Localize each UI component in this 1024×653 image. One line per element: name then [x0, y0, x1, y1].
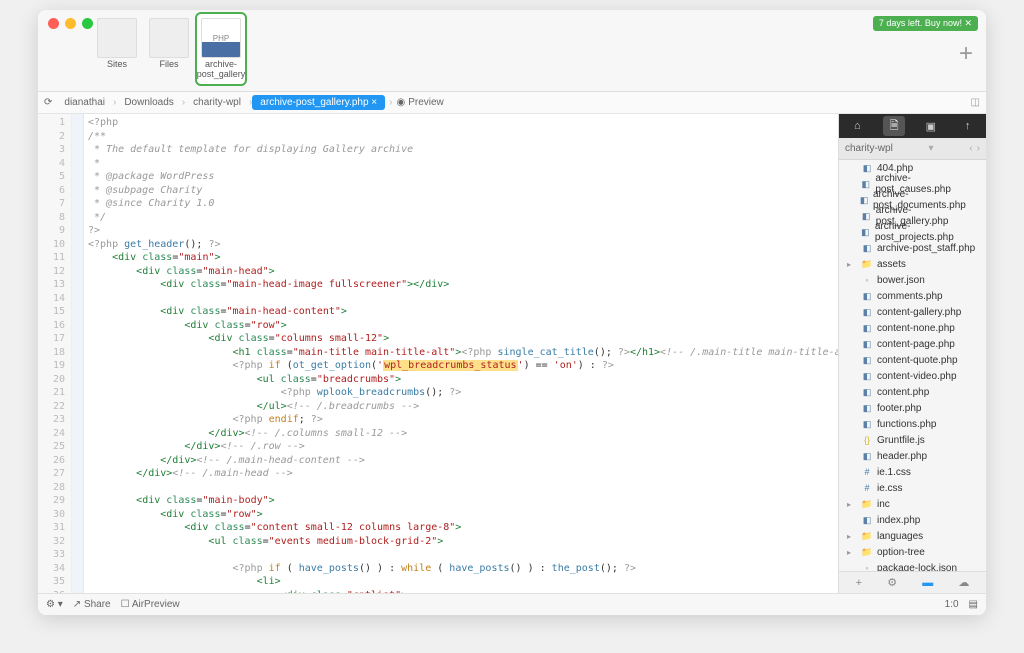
nav-back-icon[interactable]: ‹: [969, 143, 972, 154]
php-icon: ◧: [861, 402, 873, 414]
php-icon: ◧: [861, 354, 873, 366]
airpreview-button[interactable]: ☐ AirPreview: [121, 599, 180, 610]
code-area[interactable]: <?php/** * The default template for disp…: [84, 114, 838, 593]
css-icon: #: [861, 466, 873, 478]
file-item[interactable]: ◧index.php: [839, 512, 986, 528]
code-editor[interactable]: 1234567891011121314151617181920212223242…: [38, 114, 838, 593]
breadcrumb-item[interactable]: dianathai: [56, 95, 113, 110]
file-item[interactable]: ◧content-gallery.php: [839, 304, 986, 320]
fold-column: [72, 114, 84, 593]
app-window: SitesFilesPHParchive-post_gallery 7 days…: [38, 10, 986, 615]
php-icon: ◧: [861, 290, 873, 302]
file-item[interactable]: ▸📁option-tree: [839, 544, 986, 560]
css-icon: #: [861, 482, 873, 494]
add-tab-button[interactable]: +: [952, 40, 980, 68]
titlebar: SitesFilesPHParchive-post_gallery 7 days…: [38, 10, 986, 92]
json-icon: ◦: [861, 274, 873, 286]
php-icon: ◧: [861, 450, 873, 462]
publish-icon[interactable]: ▣: [920, 116, 942, 136]
breadcrumb-item[interactable]: charity-wpl: [185, 95, 249, 110]
folder-icon: 📁: [861, 546, 873, 558]
file-item[interactable]: ◧archive-post_projects.php: [839, 224, 986, 240]
php-icon: ◧: [860, 226, 871, 238]
php-icon: ◧: [861, 418, 873, 430]
breadcrumb-item[interactable]: Downloads: [116, 95, 181, 110]
folder-icon: 📁: [861, 530, 873, 542]
folder-icon: 📁: [861, 258, 873, 270]
traffic-lights: [48, 18, 93, 29]
tab-archive-post-gallery[interactable]: PHParchive-post_gallery: [197, 14, 245, 84]
line-gutter: 1234567891011121314151617181920212223242…: [38, 114, 72, 593]
file-item[interactable]: ◧functions.php: [839, 416, 986, 432]
folder-icon: 📁: [861, 498, 873, 510]
file-item[interactable]: ◧header.php: [839, 448, 986, 464]
reload-icon[interactable]: ⟳: [44, 97, 52, 108]
file-item[interactable]: ◧content-quote.php: [839, 352, 986, 368]
file-item[interactable]: #ie.css: [839, 480, 986, 496]
js-icon: {}: [861, 434, 873, 446]
file-item[interactable]: ▸📁assets: [839, 256, 986, 272]
cursor-position: 1:0: [945, 599, 959, 610]
zoom-window-button[interactable]: [82, 18, 93, 29]
file-tree[interactable]: ◧404.php◧archive-post_causes.php◧archive…: [839, 160, 986, 571]
file-item[interactable]: ◧content-page.php: [839, 336, 986, 352]
cloud-icon[interactable]: ☁: [958, 576, 969, 589]
sidebar-statusbar: + ⚙ ▬ ☁: [839, 571, 986, 593]
minimize-window-button[interactable]: [65, 18, 76, 29]
nav-forward-icon[interactable]: ›: [977, 143, 980, 154]
php-icon: ◧: [861, 514, 873, 526]
file-item[interactable]: ◧content-video.php: [839, 368, 986, 384]
php-icon: ◧: [861, 370, 873, 382]
view-icon[interactable]: ▬: [922, 577, 933, 589]
file-item[interactable]: #ie.1.css: [839, 464, 986, 480]
file-item[interactable]: ◧comments.php: [839, 288, 986, 304]
gear-icon[interactable]: ⚙: [887, 576, 897, 589]
tab-sites[interactable]: Sites: [93, 14, 141, 74]
project-name: charity-wpl: [845, 143, 893, 154]
file-item[interactable]: ◧archive-post_staff.php: [839, 240, 986, 256]
php-icon: ◧: [861, 322, 873, 334]
php-icon: ◧: [861, 338, 873, 350]
php-icon: ◧: [860, 210, 871, 222]
home-icon[interactable]: ⌂: [846, 116, 868, 136]
preview-button[interactable]: ◉ Preview: [396, 97, 443, 108]
php-icon: ◧: [861, 386, 873, 398]
breadcrumb-bar: ⟳ dianathai›Downloads›charity-wpl›archiv…: [38, 92, 986, 114]
chevron-right-icon: ›: [389, 97, 392, 108]
share-button[interactable]: ↗ Share: [73, 599, 111, 610]
file-item[interactable]: ◧content.php: [839, 384, 986, 400]
document-tabs: SitesFilesPHParchive-post_gallery: [93, 14, 245, 91]
file-item[interactable]: ◦bower.json: [839, 272, 986, 288]
upload-icon[interactable]: ↑: [957, 116, 979, 136]
breadcrumb-active-file[interactable]: archive-post_gallery.php ×: [252, 95, 385, 110]
settings-icon[interactable]: ⚙ ▾: [46, 599, 63, 610]
php-icon: ◧: [861, 242, 873, 254]
close-window-button[interactable]: [48, 18, 59, 29]
right-sidebar: ⌂ 🗎 ▣ ↑ charity-wpl ▾ ‹ › ◧404.php◧archi…: [838, 114, 986, 593]
file-item[interactable]: ▸📁languages: [839, 528, 986, 544]
file-item[interactable]: ◦package-lock.json: [839, 560, 986, 571]
file-item[interactable]: {}Gruntfile.js: [839, 432, 986, 448]
main-body: 1234567891011121314151617181920212223242…: [38, 114, 986, 593]
php-icon: ◧: [861, 306, 873, 318]
split-icon[interactable]: ◫: [971, 97, 980, 108]
files-icon[interactable]: 🗎: [883, 116, 905, 136]
project-dropdown-icon[interactable]: ▾: [929, 143, 934, 154]
php-icon: ◧: [860, 178, 871, 190]
php-icon: ◧: [859, 194, 869, 206]
php-icon: ◧: [861, 162, 873, 174]
file-item[interactable]: ▸📁inc: [839, 496, 986, 512]
file-item[interactable]: ◧content-none.php: [839, 320, 986, 336]
statusbar: ⚙ ▾ ↗ Share ☐ AirPreview 1:0 ▤: [38, 593, 986, 615]
tab-files[interactable]: Files: [145, 14, 193, 74]
project-header[interactable]: charity-wpl ▾ ‹ ›: [839, 138, 986, 160]
json-icon: ◦: [861, 562, 873, 571]
sidebar-tabs: ⌂ 🗎 ▣ ↑: [839, 114, 986, 138]
minimap-icon[interactable]: ▤: [969, 599, 978, 610]
add-file-icon[interactable]: +: [856, 577, 862, 589]
buy-banner[interactable]: 7 days left. Buy now! ✕: [873, 16, 978, 31]
file-item[interactable]: ◧footer.php: [839, 400, 986, 416]
